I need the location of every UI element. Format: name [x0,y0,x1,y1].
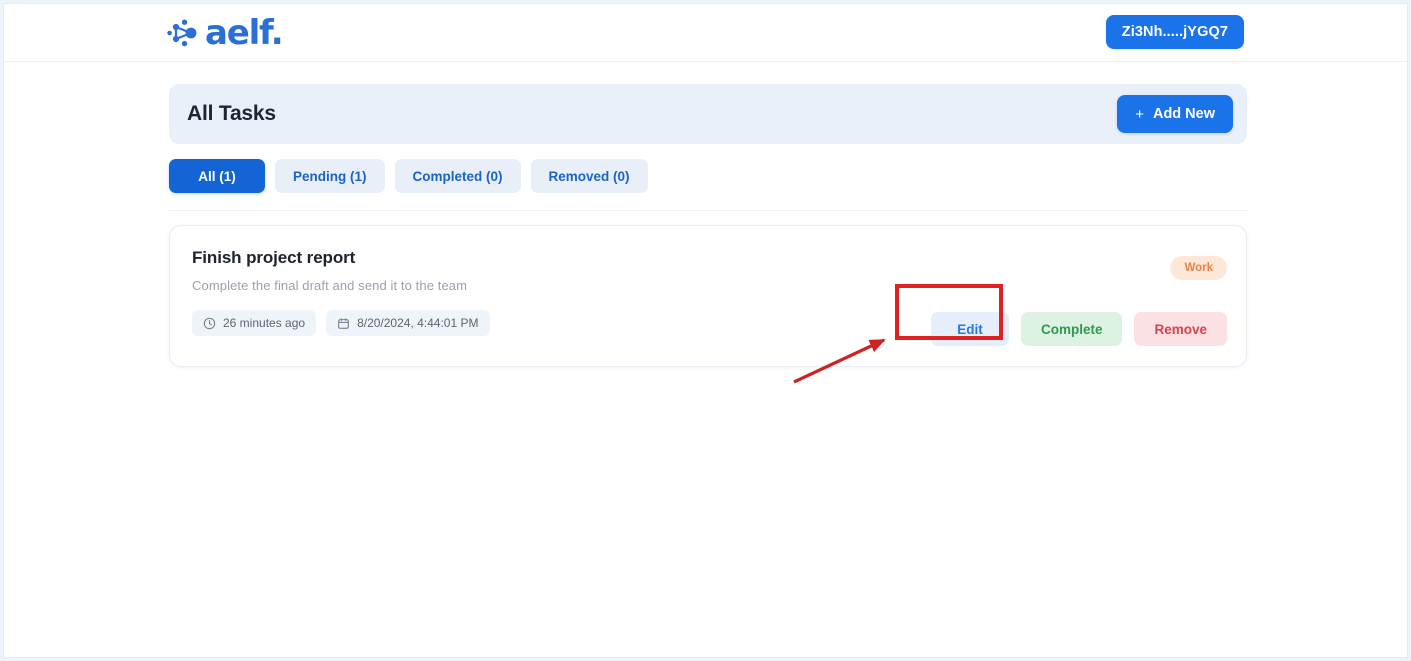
tab-pending[interactable]: Pending (1) [275,159,385,193]
task-relative-time-chip: 26 minutes ago [192,310,317,336]
remove-button[interactable]: Remove [1134,312,1227,346]
filter-tabs: All (1) Pending (1) Completed (0) Remove… [169,159,1247,211]
brand-logo[interactable]: aelf. [167,13,284,53]
aelf-nodes-logo-icon [167,18,201,48]
task-category-tag: Work [1170,256,1227,280]
task-actions: Edit Complete Remove [930,312,1227,346]
clock-icon [203,317,216,330]
tasks-panel: All Tasks + Add New All (1) Pending (1) … [169,84,1247,367]
page-title: All Tasks [187,102,276,125]
main-content: All Tasks + Add New All (1) Pending (1) … [4,62,1407,657]
task-card: Finish project report Complete the final… [169,225,1247,367]
wallet-address-button[interactable]: Zi3Nh.....jYGQ7 [1105,15,1244,49]
plus-icon: + [1135,105,1144,123]
complete-button[interactable]: Complete [1020,312,1123,346]
task-datetime-label: 8/20/2024, 4:44:01 PM [357,316,479,330]
app-viewport: aelf. Zi3Nh.....jYGQ7 All Tasks + Add Ne… [3,3,1408,658]
tab-all[interactable]: All (1) [169,159,265,193]
panel-header: All Tasks + Add New [169,84,1247,144]
add-new-button[interactable]: + Add New [1117,95,1233,133]
task-title: Finish project report [192,248,356,267]
tab-completed[interactable]: Completed (0) [394,159,521,193]
task-relative-time-label: 26 minutes ago [223,316,306,330]
task-description: Complete the final draft and send it to … [192,278,468,293]
task-datetime-chip: 8/20/2024, 4:44:01 PM [326,310,490,336]
tab-removed[interactable]: Removed (0) [530,159,648,193]
calendar-icon [337,317,350,330]
top-navbar: aelf. Zi3Nh.....jYGQ7 [4,4,1407,62]
edit-button[interactable]: Edit [930,312,1009,346]
add-new-label: Add New [1152,106,1215,122]
brand-wordmark: aelf. [205,13,284,53]
